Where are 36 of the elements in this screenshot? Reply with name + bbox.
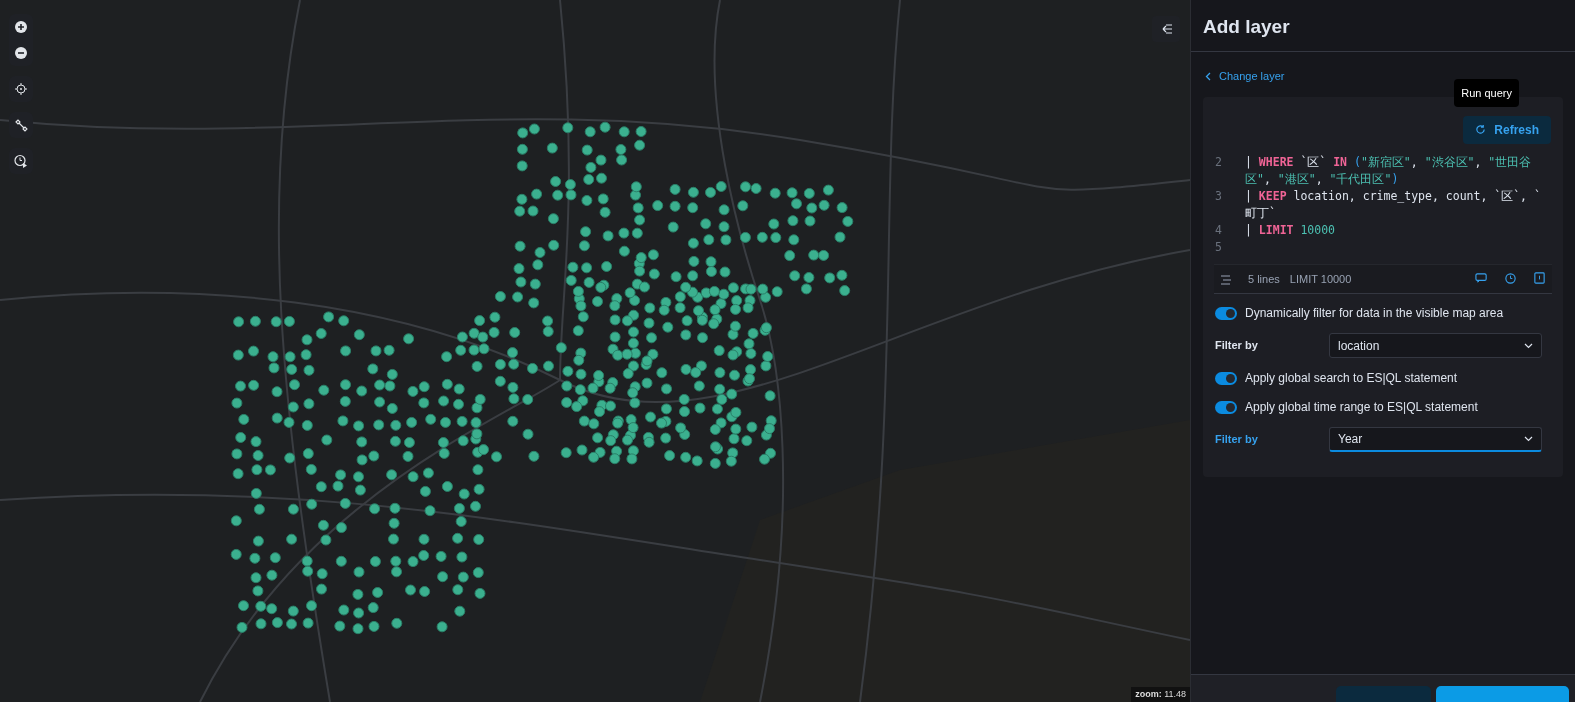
- map-drawing[interactable]: [0, 0, 1190, 702]
- field-label: Filter by: [1215, 338, 1259, 354]
- toggle-label: Apply global search to ES|QL statement: [1245, 370, 1458, 388]
- toggle-label: Dynamically filter for data in the visible map area: [1245, 305, 1504, 323]
- toggle-switch[interactable]: [1215, 371, 1237, 385]
- line-number: 5: [1215, 238, 1223, 256]
- toggle-label: Apply global time range to ES|QL statement: [1245, 399, 1478, 417]
- toggle-switch[interactable]: [1215, 306, 1237, 320]
- line-number: 4: [1215, 221, 1223, 239]
- collapse-panel-button[interactable]: [1152, 16, 1180, 42]
- select-field[interactable]: Year: [1329, 427, 1542, 453]
- code-line: | KEEP location, crime_type, count, `区`, `町丁`: [1245, 187, 1542, 222]
- field-label: Filter by: [1215, 432, 1259, 448]
- crosshair-icon: [14, 82, 28, 96]
- line-number: 3: [1215, 187, 1223, 205]
- chevron-icon: [1524, 342, 1533, 349]
- chevron-left-icon: [1205, 71, 1211, 81]
- change-layer-link[interactable]: Change layer: [1205, 68, 1285, 85]
- refresh-button[interactable]: Refresh: [1463, 115, 1551, 144]
- panel-title: Add layer: [1191, 0, 1575, 52]
- code-line: | WHERE `区` IN ("新宿区", "渋谷区", "世田谷区", "港区", "千代田区"): [1245, 153, 1533, 188]
- history-icon[interactable]: [1504, 272, 1517, 286]
- tooltip: Run query: [1454, 78, 1519, 108]
- clock-play-icon: [14, 154, 28, 168]
- line-number: 2: [1215, 153, 1223, 171]
- comment-icon[interactable]: [1475, 272, 1488, 286]
- documentation-icon[interactable]: [1533, 272, 1546, 286]
- refresh-icon: [1475, 124, 1487, 136]
- select-field[interactable]: location: [1329, 333, 1542, 359]
- chevron-icon: [1524, 436, 1533, 443]
- zoom-in-icon: [14, 20, 28, 34]
- limit-label: LIMIT 10000: [1289, 271, 1352, 287]
- code-line: | LIMIT 10000: [1245, 221, 1337, 239]
- zoom-out-icon: [14, 46, 28, 60]
- toggle-switch[interactable]: [1215, 400, 1237, 414]
- line-count: 5 lines: [1248, 271, 1280, 287]
